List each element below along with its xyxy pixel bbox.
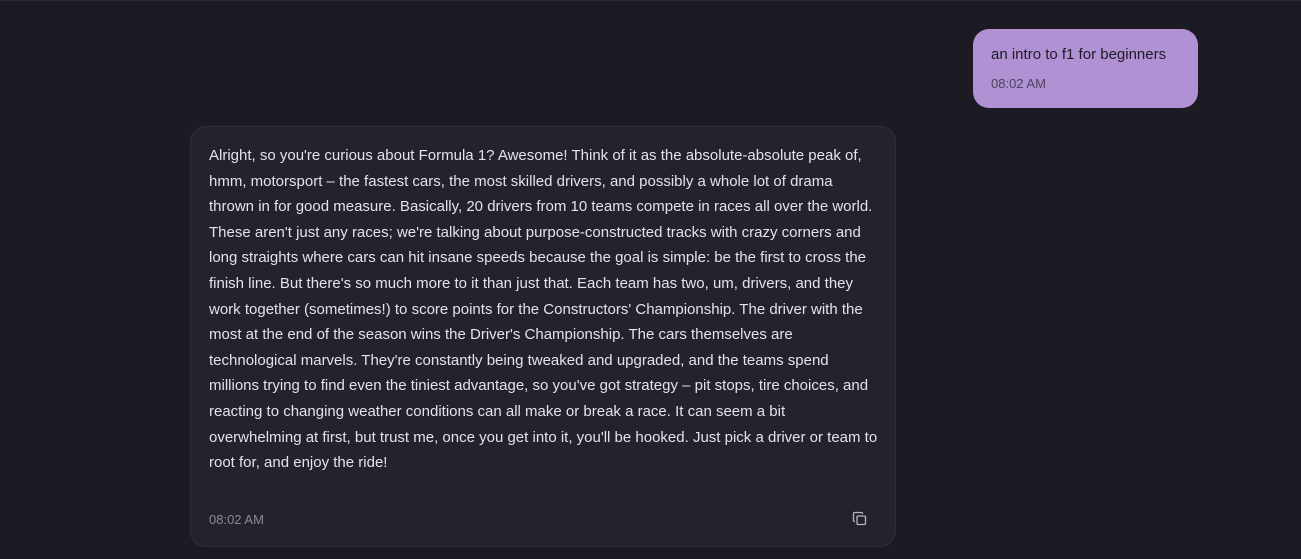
assistant-message-bubble: Alright, so you're curious about Formula…	[190, 126, 896, 547]
assistant-message-timestamp: 08:02 AM	[209, 511, 264, 527]
user-message-bubble: an intro to f1 for beginners 08:02 AM	[973, 29, 1198, 108]
user-message-text: an intro to f1 for beginners	[991, 46, 1167, 63]
chat-thread: an intro to f1 for beginners 08:02 AM Al…	[0, 0, 1301, 559]
assistant-message-text: Alright, so you're curious about Formula…	[209, 147, 878, 472]
assistant-message-footer: 08:02 AM	[209, 510, 869, 528]
user-message-timestamp: 08:02 AM	[991, 76, 1046, 91]
copy-icon[interactable]	[851, 510, 869, 528]
